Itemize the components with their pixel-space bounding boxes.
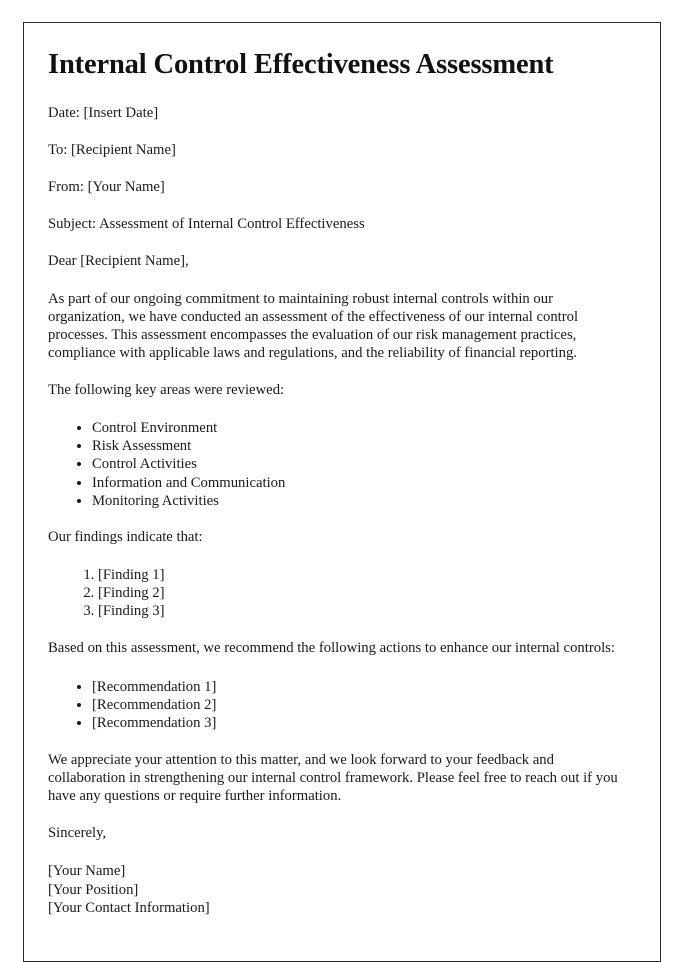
salutation: Dear [Recipient Name],: [48, 252, 189, 269]
intro-paragraph: As part of our ongoing commitment to mai…: [48, 290, 579, 362]
closing-paragraph: We appreciate your attention to this mat…: [48, 751, 618, 805]
recommendations-lead-in: Based on this assessment, we recommend t…: [48, 640, 615, 657]
findings-lead-in: Our findings indicate that:: [48, 528, 203, 545]
field-subject: Subject: Assessment of Internal Control …: [48, 215, 365, 232]
signature-name: [Your Name]: [48, 863, 126, 880]
field-from: From: [Your Name]: [48, 178, 165, 195]
list-item: [Finding 1]: [98, 566, 628, 584]
document-page: Internal Control Effectiveness Assessmen…: [23, 22, 661, 962]
key-areas-lead-in: The following key areas were reviewed:: [48, 382, 285, 399]
signature-contact: [Your Contact Information]: [48, 899, 210, 916]
list-item: [Recommendation 3]: [92, 714, 628, 732]
list-item: Information and Communication: [92, 474, 628, 492]
list-item: [Finding 3]: [98, 602, 628, 620]
list-item: Monitoring Activities: [92, 492, 628, 510]
key-areas-list: Control Environment Risk Assessment Cont…: [48, 419, 628, 510]
list-item: [Finding 2]: [98, 584, 628, 602]
signature-position: [Your Position]: [48, 881, 139, 898]
sign-off: Sincerely,: [48, 825, 107, 842]
findings-list: [Finding 1] [Finding 2] [Finding 3]: [48, 566, 628, 620]
field-date: Date: [Insert Date]: [48, 104, 159, 121]
list-item: [Recommendation 2]: [92, 696, 628, 714]
list-item: Control Environment: [92, 419, 628, 437]
page-title: Internal Control Effectiveness Assessmen…: [48, 49, 554, 80]
signature-block: [Your Name] [Your Position] [Your Contac…: [48, 862, 628, 916]
list-item: [Recommendation 1]: [92, 678, 628, 696]
list-item: Risk Assessment: [92, 437, 628, 455]
document-body: Internal Control Effectiveness Assessmen…: [48, 49, 628, 917]
recommendations-list: [Recommendation 1] [Recommendation 2] [R…: [48, 678, 628, 732]
field-to: To: [Recipient Name]: [48, 141, 176, 158]
list-item: Control Activities: [92, 455, 628, 473]
